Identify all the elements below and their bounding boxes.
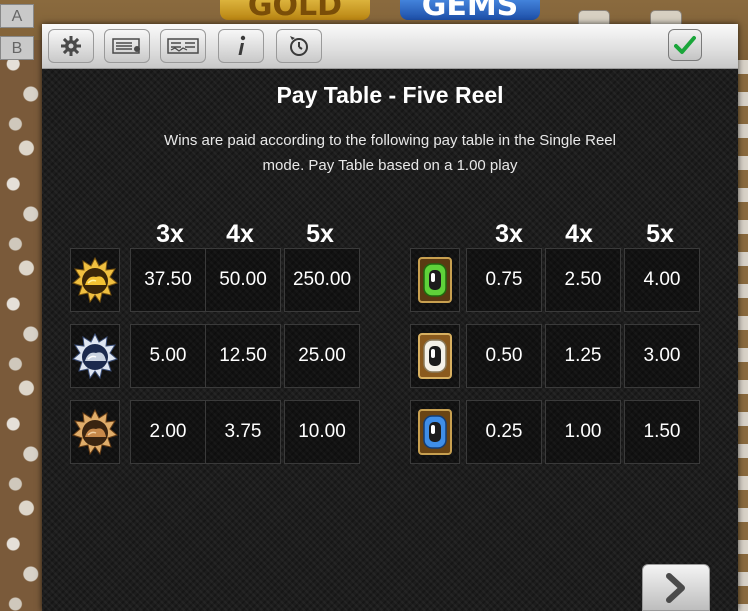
gems-logo: GEMS xyxy=(400,0,540,23)
paylines-button[interactable] xyxy=(104,29,150,63)
silver-nugget-icon xyxy=(72,333,118,379)
background-rocks-left xyxy=(0,40,44,611)
payout-cell: 37.50 xyxy=(130,248,206,312)
description: Wins are paid according to the following… xyxy=(152,128,628,178)
payout-cell: 0.25 xyxy=(466,400,542,464)
right-header-5x: 5x xyxy=(646,220,674,248)
gold-logo: GOLD xyxy=(220,0,370,23)
description-line-2: mode. Pay Table based on a 1.00 play xyxy=(262,157,518,174)
paytable-icon xyxy=(167,38,199,54)
chevron-right-icon xyxy=(666,572,685,603)
payout-cell: 12.50 xyxy=(205,324,281,388)
payout-cell: 5.00 xyxy=(130,324,206,388)
next-page-button[interactable] xyxy=(642,564,710,611)
gear-icon xyxy=(61,36,81,56)
description-line-1: Wins are paid according to the following… xyxy=(164,132,616,149)
gold-nugget-symbol xyxy=(70,248,120,312)
history-icon xyxy=(290,36,308,56)
white-gem-symbol xyxy=(410,324,460,388)
payout-cell: 25.00 xyxy=(284,324,360,388)
payout-cell: 1.00 xyxy=(545,400,621,464)
blue-gem-symbol xyxy=(410,400,460,464)
silver-nugget-symbol xyxy=(70,324,120,388)
green-gem-icon xyxy=(418,257,452,303)
checkmark-icon xyxy=(674,36,696,54)
side-tab-a[interactable]: A xyxy=(0,4,34,28)
bronze-nugget-symbol xyxy=(70,400,120,464)
white-gem-icon xyxy=(418,333,452,379)
payout-cell: 0.75 xyxy=(466,248,542,312)
paytable-button[interactable] xyxy=(160,29,206,63)
paylines-icon xyxy=(112,38,140,54)
toolbar xyxy=(42,24,738,69)
paytable-panel: Pay Table - Five Reel Wins are paid acco… xyxy=(42,24,738,611)
payout-cell: 1.25 xyxy=(545,324,621,388)
payout-cell: 50.00 xyxy=(205,248,281,312)
right-header-3x: 3x xyxy=(495,220,523,248)
payout-cell: 3.75 xyxy=(205,400,281,464)
info-button[interactable] xyxy=(218,29,264,63)
page-title: Pay Table - Five Reel xyxy=(276,82,504,108)
payout-cell: 250.00 xyxy=(284,248,360,312)
side-tab-b[interactable]: B xyxy=(0,36,34,60)
green-gem-symbol xyxy=(410,248,460,312)
blue-gem-icon xyxy=(418,409,452,455)
payout-cell: 3.00 xyxy=(624,324,700,388)
right-header-4x: 4x xyxy=(565,220,593,248)
payout-cell: 4.00 xyxy=(624,248,700,312)
payout-cell: 2.50 xyxy=(545,248,621,312)
close-ok-button[interactable] xyxy=(668,29,702,61)
left-header-5x: 5x xyxy=(306,220,334,248)
left-header-3x: 3x xyxy=(156,220,184,248)
left-header-4x: 4x xyxy=(226,220,254,248)
bronze-nugget-icon xyxy=(72,409,118,455)
payout-cell: 2.00 xyxy=(130,400,206,464)
payout-cell: 1.50 xyxy=(624,400,700,464)
history-button[interactable] xyxy=(276,29,322,63)
payout-cell: 10.00 xyxy=(284,400,360,464)
gold-nugget-icon xyxy=(72,257,118,303)
payout-cell: 0.50 xyxy=(466,324,542,388)
info-icon xyxy=(238,35,246,55)
settings-button[interactable] xyxy=(48,29,94,63)
